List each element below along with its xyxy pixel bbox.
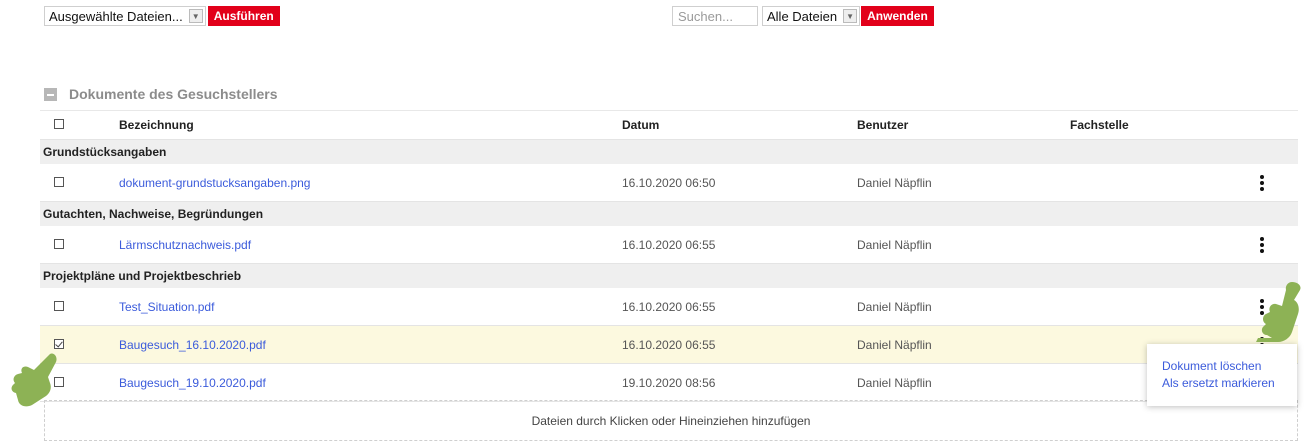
- section-title: Dokumente des Gesuchstellers: [69, 86, 278, 102]
- group-label: Gutachten, Nachweise, Begründungen: [43, 207, 264, 221]
- row-checkbox-checked[interactable]: [54, 338, 64, 349]
- pointing-hand-icon: [1256, 282, 1301, 342]
- document-date: 19.10.2020 08:56: [622, 375, 716, 390]
- execute-button[interactable]: Ausführen: [207, 6, 280, 26]
- document-date: 16.10.2020 06:55: [622, 299, 716, 314]
- bulk-action-select[interactable]: Ausgewählte Dateien... ▼: [44, 6, 206, 26]
- group-label: Projektpläne und Projektbeschrieb: [43, 269, 242, 283]
- bulk-action-value: Ausgewählte Dateien...: [49, 8, 183, 24]
- document-link[interactable]: Baugesuch_19.10.2020.pdf: [119, 376, 266, 390]
- documents-table: Bezeichnung Datum Benutzer Fachstelle Gr…: [40, 110, 1298, 402]
- document-link[interactable]: dokument-grundstucksangaben.png: [119, 176, 310, 190]
- chevron-down-icon: ▼: [843, 9, 858, 23]
- group-row: Grundstücksangaben: [40, 140, 1298, 164]
- kebab-menu-icon[interactable]: [1258, 237, 1266, 253]
- document-user: Daniel Näpflin: [857, 337, 932, 352]
- bulk-action-bar: Ausgewählte Dateien... ▼ Ausführen: [44, 6, 280, 26]
- row-context-menu: Dokument löschen Als ersetzt markieren: [1147, 344, 1297, 406]
- kebab-menu-icon[interactable]: [1258, 175, 1266, 191]
- table-header-row: Bezeichnung Datum Benutzer Fachstelle: [40, 110, 1298, 140]
- row-checkbox[interactable]: [54, 176, 64, 187]
- document-date: 16.10.2020 06:55: [622, 237, 716, 252]
- mark-replaced-item[interactable]: Als ersetzt markieren: [1162, 375, 1297, 392]
- document-date: 16.10.2020 06:50: [622, 175, 716, 190]
- pointing-hand-icon: [11, 353, 57, 407]
- group-row: Gutachten, Nachweise, Begründungen: [40, 202, 1298, 226]
- table-row: Test_Situation.pdf 16.10.2020 06:55 Dani…: [40, 288, 1298, 326]
- row-checkbox[interactable]: [54, 238, 64, 249]
- table-row: dokument-grundstucksangaben.png 16.10.20…: [40, 164, 1298, 202]
- collapse-icon[interactable]: [44, 87, 57, 101]
- column-header-name[interactable]: Bezeichnung: [119, 118, 622, 132]
- document-date: 16.10.2020 06:55: [622, 337, 716, 352]
- file-filter-value: Alle Dateien: [767, 8, 838, 24]
- document-user: Daniel Näpflin: [857, 237, 932, 252]
- apply-button[interactable]: Anwenden: [861, 6, 934, 26]
- column-header-date[interactable]: Datum: [622, 118, 857, 132]
- dropzone-label: Dateien durch Klicken oder Hineinziehen …: [531, 413, 811, 428]
- group-label: Grundstücksangaben: [43, 145, 167, 159]
- file-filter-select[interactable]: Alle Dateien ▼: [762, 6, 861, 26]
- delete-document-item[interactable]: Dokument löschen: [1162, 358, 1297, 375]
- document-user: Daniel Näpflin: [857, 375, 932, 390]
- document-user: Daniel Näpflin: [857, 299, 932, 314]
- document-link[interactable]: Test_Situation.pdf: [119, 300, 214, 314]
- table-row: Baugesuch_19.10.2020.pdf 19.10.2020 08:5…: [40, 364, 1298, 402]
- chevron-down-icon: ▼: [188, 9, 203, 23]
- table-row: Lärmschutznachweis.pdf 16.10.2020 06:55 …: [40, 226, 1298, 264]
- column-header-user[interactable]: Benutzer: [857, 118, 1070, 132]
- row-checkbox[interactable]: [54, 300, 64, 311]
- document-link[interactable]: Baugesuch_16.10.2020.pdf: [119, 338, 266, 352]
- table-row-selected: Baugesuch_16.10.2020.pdf 16.10.2020 06:5…: [40, 326, 1298, 364]
- group-row: Projektpläne und Projektbeschrieb: [40, 264, 1298, 288]
- section-header[interactable]: Dokumente des Gesuchstellers: [44, 86, 278, 102]
- search-input[interactable]: [672, 6, 758, 26]
- document-user: Daniel Näpflin: [857, 175, 932, 190]
- select-all-checkbox[interactable]: [54, 119, 64, 129]
- file-dropzone[interactable]: Dateien durch Klicken oder Hineinziehen …: [44, 400, 1298, 441]
- column-header-fachstelle[interactable]: Fachstelle: [1070, 118, 1250, 132]
- document-link[interactable]: Lärmschutznachweis.pdf: [119, 238, 251, 252]
- filter-bar: Alle Dateien ▼ Anwenden: [672, 6, 934, 26]
